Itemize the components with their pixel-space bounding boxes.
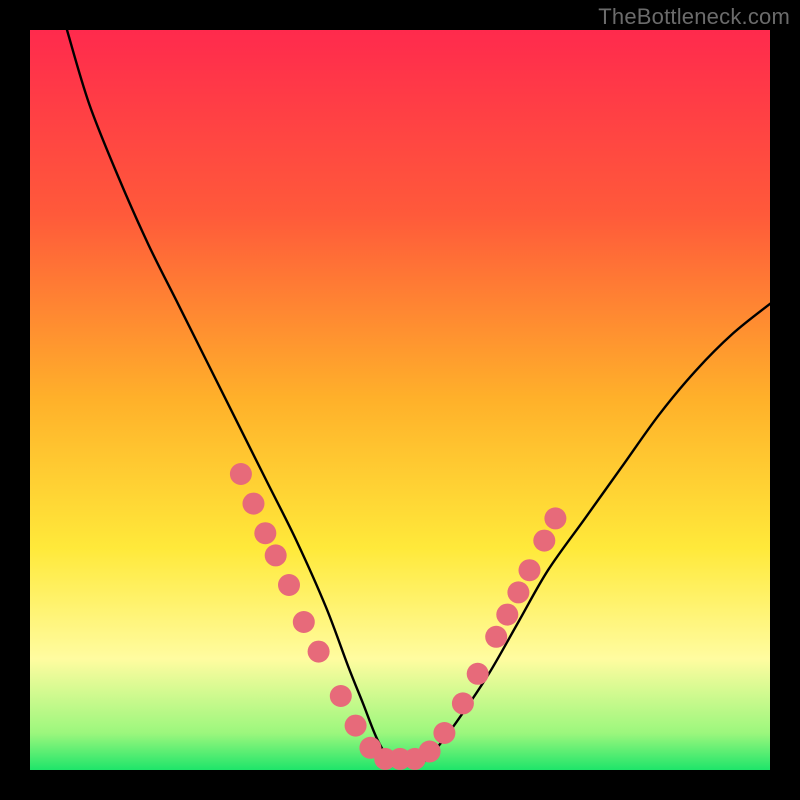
curve-marker	[330, 685, 352, 707]
curve-marker	[242, 493, 264, 515]
curve-marker	[278, 574, 300, 596]
curve-marker	[467, 663, 489, 685]
curve-marker	[507, 581, 529, 603]
curve-marker	[519, 559, 541, 581]
curve-marker	[293, 611, 315, 633]
curve-marker	[485, 626, 507, 648]
curve-marker	[544, 507, 566, 529]
curve-marker	[230, 463, 252, 485]
curve-marker	[533, 530, 555, 552]
curve-marker	[419, 741, 441, 763]
watermark-text: TheBottleneck.com	[598, 4, 790, 30]
curve-marker	[433, 722, 455, 744]
bottleneck-chart	[0, 0, 800, 800]
plot-background	[30, 30, 770, 770]
curve-marker	[254, 522, 276, 544]
curve-marker	[345, 715, 367, 737]
curve-marker	[496, 604, 518, 626]
curve-marker	[452, 692, 474, 714]
curve-marker	[308, 641, 330, 663]
chart-frame: TheBottleneck.com	[0, 0, 800, 800]
curve-marker	[265, 544, 287, 566]
